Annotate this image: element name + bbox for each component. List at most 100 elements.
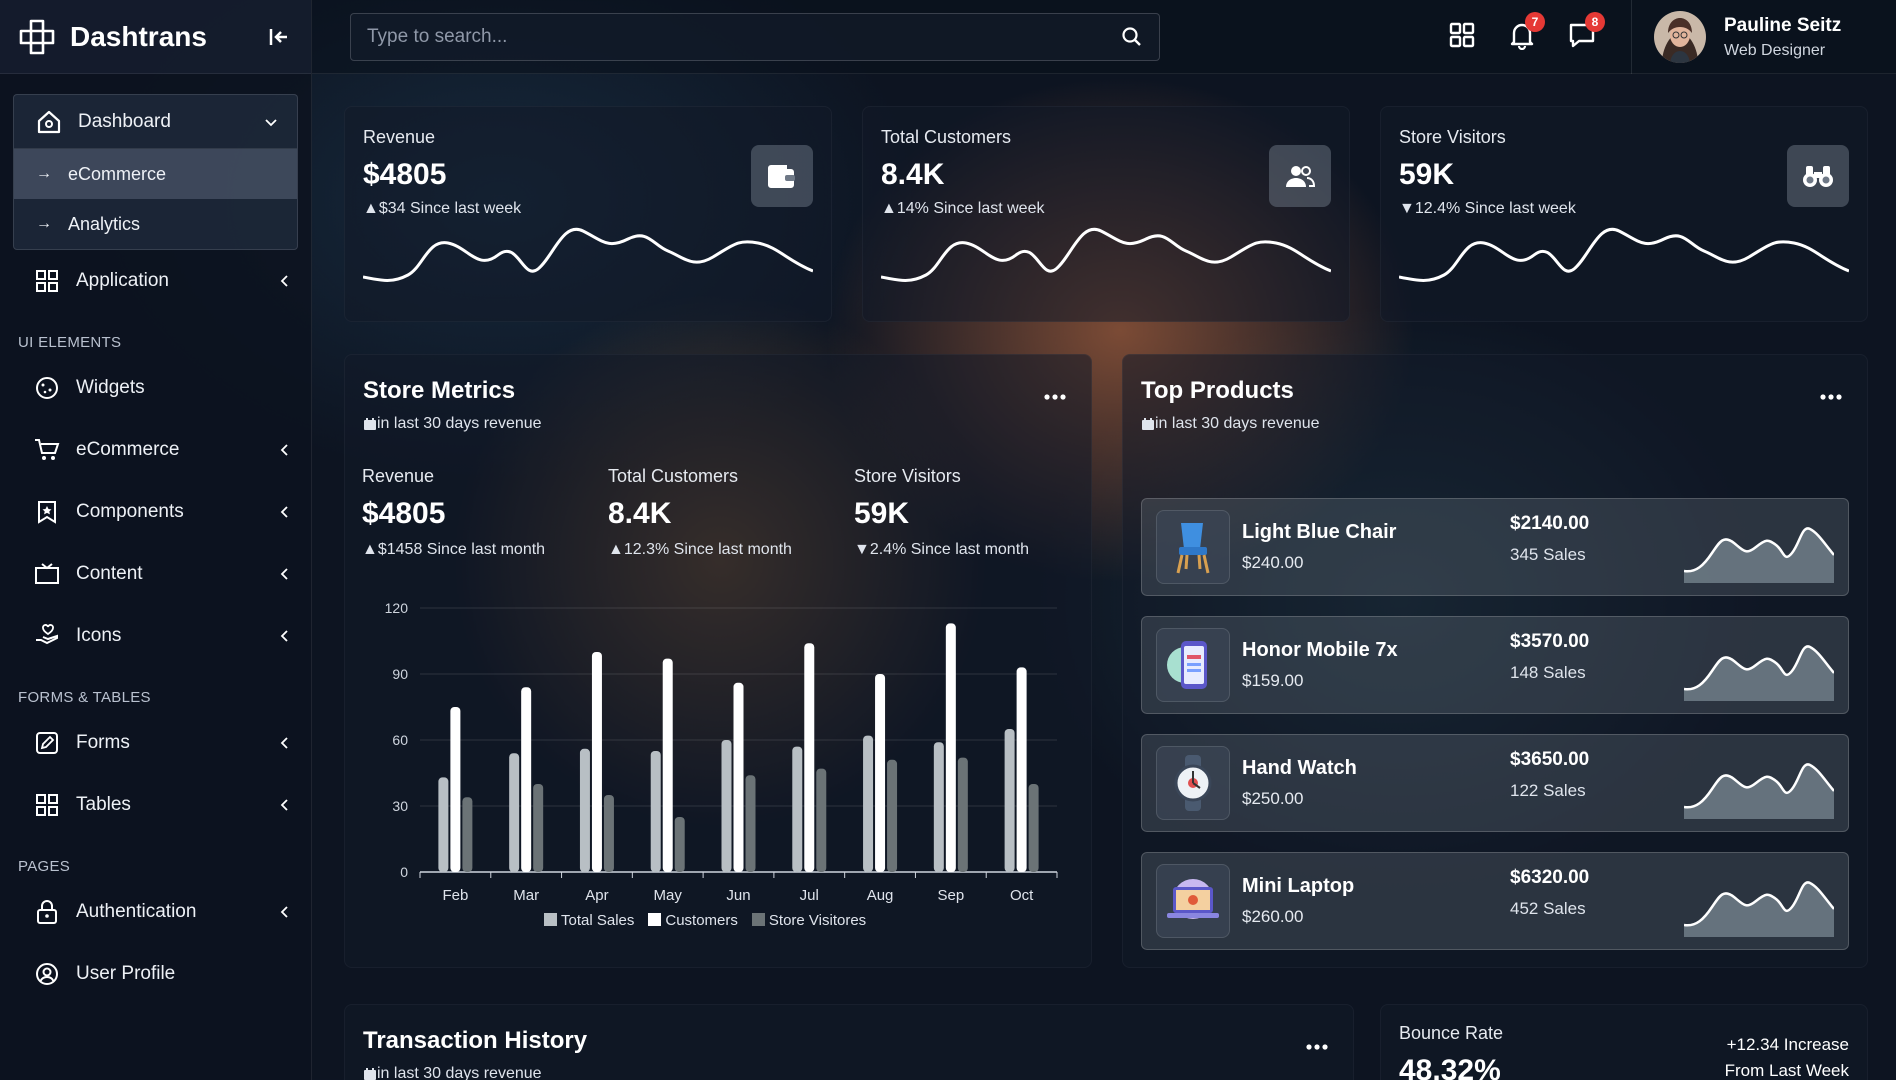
chevron-down-icon bbox=[265, 118, 277, 126]
product-name: Honor Mobile 7x bbox=[1242, 639, 1398, 661]
nav-section-pages: PAGES bbox=[18, 858, 71, 875]
product-item[interactable]: Mini Laptop $260.00 $6320.00 452 Sales bbox=[1141, 852, 1849, 950]
messages-button[interactable]: 8 bbox=[1567, 12, 1605, 50]
sidebar-subitem-ecommerce[interactable]: → eCommerce bbox=[14, 149, 297, 199]
product-price: $159.00 bbox=[1242, 671, 1304, 690]
notifications-button[interactable]: 7 bbox=[1507, 12, 1545, 51]
nav-section-ui-elements: UI ELEMENTS bbox=[18, 334, 122, 351]
metric-trend: ▲$1458 Since last month bbox=[362, 541, 545, 559]
bar-total-sales bbox=[579, 748, 590, 872]
sidebar-item-icons[interactable]: Icons bbox=[0, 605, 311, 667]
x-tick-label: Jun bbox=[726, 887, 750, 904]
apps-grid-icon[interactable] bbox=[1447, 20, 1477, 50]
bar-store-visitores bbox=[462, 797, 473, 872]
stat-card-revenue: Revenue $4805 ▲$34 Since last week bbox=[344, 106, 832, 322]
more-options-icon[interactable] bbox=[1819, 393, 1843, 401]
hand-heart-icon bbox=[34, 623, 60, 649]
x-tick-label: Sep bbox=[937, 887, 964, 904]
product-total: $2140.00 bbox=[1510, 513, 1590, 534]
product-name: Mini Laptop bbox=[1242, 875, 1355, 897]
chevron-left-icon bbox=[280, 568, 288, 580]
edit-icon bbox=[34, 730, 60, 756]
laptop-icon bbox=[1156, 864, 1230, 938]
chevron-left-icon bbox=[280, 799, 288, 811]
metric-revenue: Revenue $4805 ▲$1458 Since last month bbox=[362, 466, 545, 559]
product-item[interactable]: Light Blue Chair $240.00 $2140.00 345 Sa… bbox=[1141, 498, 1849, 596]
metric-trend-text: 12.3% Since last month bbox=[623, 541, 792, 558]
search-icon[interactable] bbox=[1121, 26, 1143, 48]
metric-customers: Total Customers 8.4K ▲12.3% Since last m… bbox=[608, 466, 792, 559]
bar-store-visitores bbox=[957, 757, 968, 872]
sidebar-item-widgets[interactable]: Widgets bbox=[0, 357, 311, 419]
bar-total-sales bbox=[438, 777, 449, 872]
bounce-rate-card: Bounce Rate 48.32% +12.34 Increase From … bbox=[1380, 1004, 1868, 1080]
sidebar-item-user-profile[interactable]: User Profile bbox=[0, 943, 311, 1005]
bar-customers bbox=[662, 658, 673, 872]
panel-subtitle-text: in last 30 days revenue bbox=[377, 415, 542, 432]
topbar: 7 8 Pauline Seitz Web Designer bbox=[312, 0, 1896, 74]
user-menu[interactable]: Pauline Seitz Web Designer bbox=[1631, 0, 1896, 74]
legend-label: Total Sales bbox=[561, 912, 635, 929]
bar-total-sales bbox=[792, 746, 803, 872]
product-item[interactable]: Honor Mobile 7x $159.00 $3570.00 148 Sal… bbox=[1141, 616, 1849, 714]
metric-value: $4805 bbox=[362, 497, 446, 530]
chevron-left-icon bbox=[280, 275, 288, 287]
y-tick-label: 120 bbox=[385, 600, 409, 616]
chevron-left-icon bbox=[280, 737, 288, 749]
product-sales: 148 Sales bbox=[1510, 663, 1586, 682]
sidebar-item-label: Tables bbox=[76, 794, 131, 815]
mobile-phone-icon bbox=[1156, 628, 1230, 702]
more-options-icon[interactable] bbox=[1043, 393, 1067, 401]
metric-value: 59K bbox=[854, 497, 910, 530]
stat-value: 59K bbox=[1399, 158, 1455, 191]
sidebar-item-application[interactable]: Application bbox=[0, 250, 311, 312]
sidebar-item-ecommerce[interactable]: eCommerce bbox=[0, 419, 311, 481]
sidebar-item-authentication[interactable]: Authentication bbox=[0, 881, 311, 943]
sidebar-item-dashboard[interactable]: Dashboard bbox=[14, 95, 297, 149]
panel-title: Top Products bbox=[1141, 377, 1294, 404]
sidebar-subitem-analytics[interactable]: → Analytics bbox=[14, 199, 297, 249]
product-total: $6320.00 bbox=[1510, 867, 1590, 888]
stat-label: Revenue bbox=[363, 127, 436, 147]
bar-total-sales bbox=[721, 740, 732, 872]
stat-value: $4805 bbox=[363, 158, 447, 191]
bounce-period: From Last Week bbox=[1724, 1061, 1849, 1080]
sidebar-item-label: User Profile bbox=[76, 963, 176, 984]
bar-customers bbox=[733, 682, 744, 872]
bounce-increase-block: +12.34 Increase From Last Week bbox=[1725, 1035, 1849, 1080]
product-item[interactable]: Hand Watch $250.00 $3650.00 122 Sales bbox=[1141, 734, 1849, 832]
search-input[interactable] bbox=[367, 26, 1121, 48]
legend-item-store-visitors[interactable]: Store Visitores bbox=[751, 912, 866, 929]
home-icon bbox=[36, 109, 62, 135]
collapse-sidebar-icon[interactable] bbox=[265, 23, 293, 51]
more-options-icon[interactable] bbox=[1305, 1043, 1329, 1051]
metric-trend: ▲12.3% Since last month bbox=[608, 541, 792, 559]
product-price: $260.00 bbox=[1242, 907, 1304, 926]
product-price: $250.00 bbox=[1242, 789, 1304, 808]
legend-item-customers[interactable]: Customers bbox=[648, 912, 738, 929]
table-grid-icon bbox=[34, 792, 60, 818]
legend-item-total-sales[interactable]: Total Sales bbox=[544, 912, 634, 929]
panel-subtitle: in last 30 days revenue bbox=[363, 415, 1073, 433]
bar-customers bbox=[450, 707, 461, 872]
chevron-left-icon bbox=[280, 906, 288, 918]
stat-label: Store Visitors bbox=[1399, 127, 1506, 147]
sidebar-item-forms[interactable]: Forms bbox=[0, 712, 311, 774]
y-tick-label: 90 bbox=[392, 666, 408, 682]
sidebar-item-components[interactable]: Components bbox=[0, 481, 311, 543]
bar-customers bbox=[875, 674, 886, 872]
panel-subtitle-text: in last 30 days revenue bbox=[377, 1065, 542, 1080]
panel-subtitle: in last 30 days revenue bbox=[363, 1065, 1335, 1080]
bar-total-sales bbox=[863, 735, 874, 872]
sidebar-item-content[interactable]: Content bbox=[0, 543, 311, 605]
chair-icon bbox=[1156, 510, 1230, 584]
product-sales: 345 Sales bbox=[1510, 545, 1586, 564]
sidebar-item-tables[interactable]: Tables bbox=[0, 774, 311, 836]
sidebar-item-label: Authentication bbox=[76, 901, 197, 922]
sidebar-item-label: Components bbox=[76, 501, 184, 522]
metric-trend-text: $1458 Since last month bbox=[377, 541, 546, 558]
chevron-left-icon bbox=[280, 506, 288, 518]
users-icon bbox=[1269, 145, 1331, 207]
transaction-history-card: Transaction History in last 30 days reve… bbox=[344, 1004, 1354, 1080]
stat-trend: ▲14% Since last week bbox=[881, 200, 1331, 218]
